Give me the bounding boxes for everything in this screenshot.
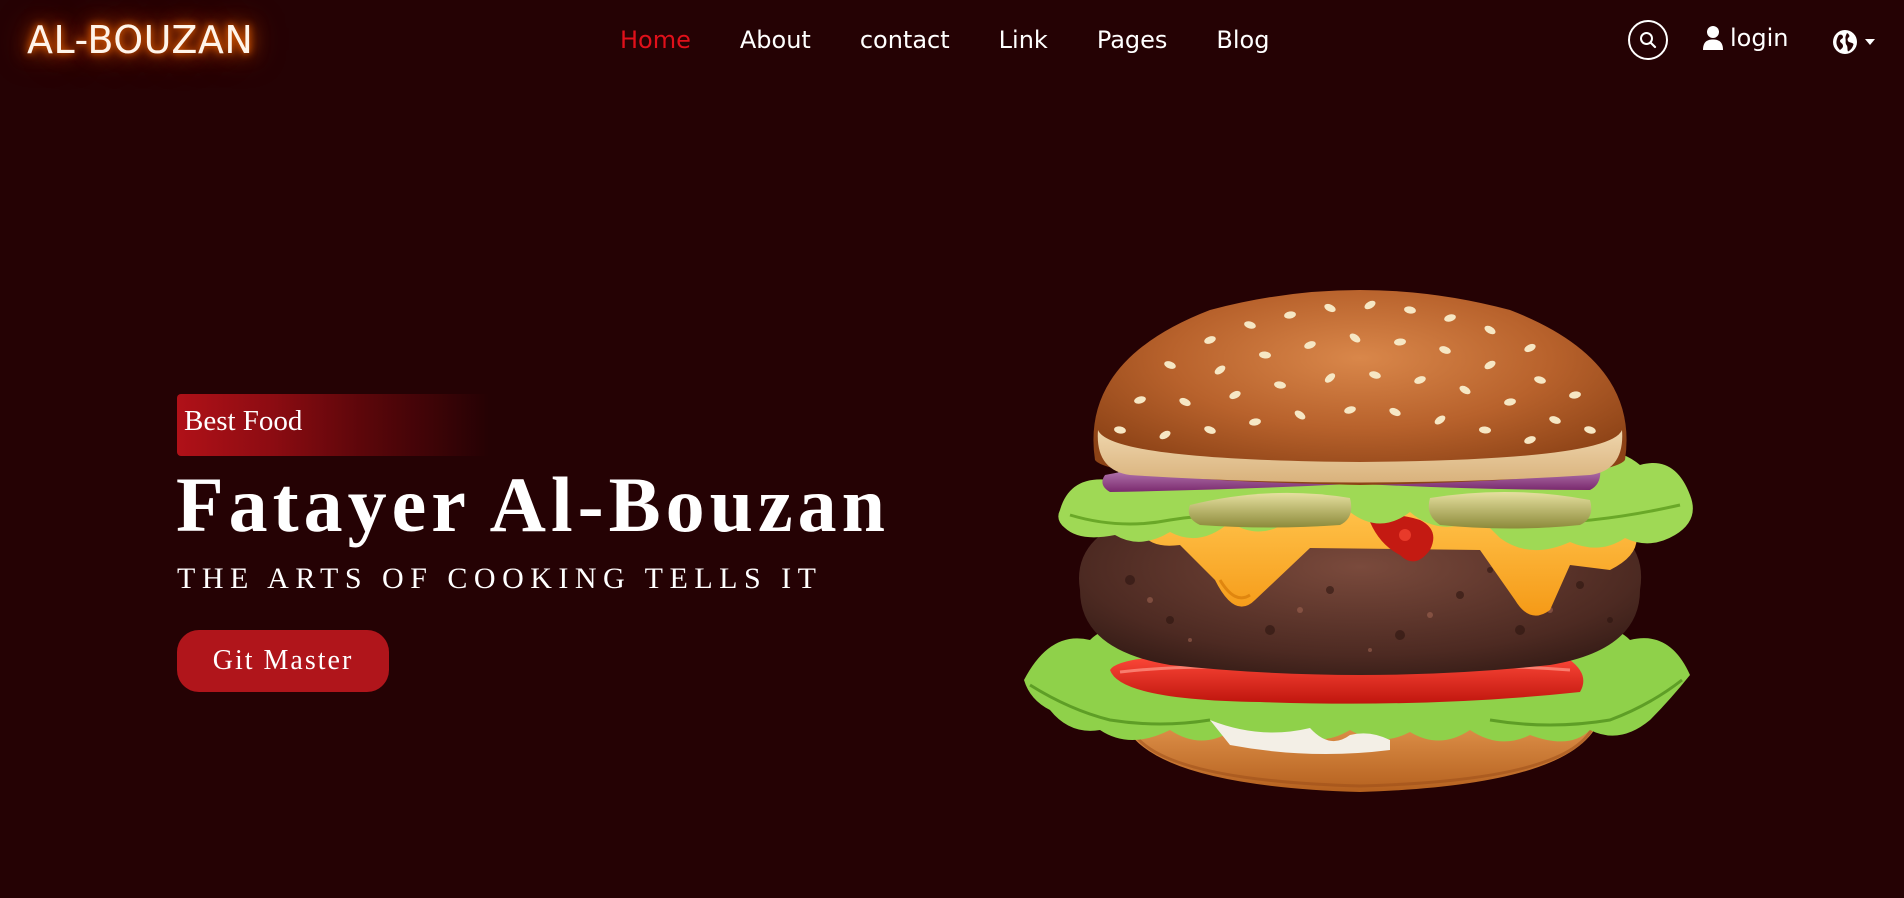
nav-item: Home bbox=[620, 26, 740, 54]
search-icon bbox=[1640, 32, 1657, 49]
nav-link-home[interactable]: Home bbox=[620, 26, 715, 54]
badge-text: Best Food bbox=[184, 405, 303, 437]
nav-item: Pages bbox=[1097, 26, 1217, 54]
caret-down-icon bbox=[1865, 39, 1875, 45]
hero-subtitle: THE ARTS OF COOKING TELLS IT bbox=[177, 562, 823, 595]
navbar: AL-BOUZAN Home About contact Link Pages … bbox=[0, 0, 1904, 84]
hero-title: Fatayer Al-Bouzan bbox=[176, 461, 891, 548]
language-dropdown[interactable] bbox=[1832, 29, 1876, 55]
brand-logo[interactable]: AL-BOUZAN bbox=[27, 18, 253, 62]
nav-menu: Home About contact Link Pages Blog bbox=[620, 26, 1318, 54]
nav-link-link[interactable]: Link bbox=[999, 26, 1072, 54]
git-master-button[interactable]: Git Master bbox=[177, 630, 389, 692]
login-button[interactable]: login bbox=[1702, 24, 1788, 52]
page: AL-BOUZAN Home About contact Link Pages … bbox=[0, 0, 1904, 898]
nav-item: Link bbox=[999, 26, 1097, 54]
best-food-badge: Best Food bbox=[177, 394, 489, 456]
user-icon bbox=[1703, 26, 1723, 50]
nav-item: contact bbox=[860, 26, 999, 54]
globe-icon bbox=[1833, 30, 1857, 54]
nav-item: Blog bbox=[1216, 26, 1318, 54]
search-button[interactable] bbox=[1628, 20, 1668, 60]
nav-item: About bbox=[740, 26, 860, 54]
login-label: login bbox=[1730, 24, 1789, 52]
nav-link-pages[interactable]: Pages bbox=[1097, 26, 1192, 54]
nav-link-about[interactable]: About bbox=[740, 26, 835, 54]
nav-link-contact[interactable]: contact bbox=[860, 26, 974, 54]
nav-link-blog[interactable]: Blog bbox=[1216, 26, 1293, 54]
burger-image bbox=[1024, 290, 1693, 792]
